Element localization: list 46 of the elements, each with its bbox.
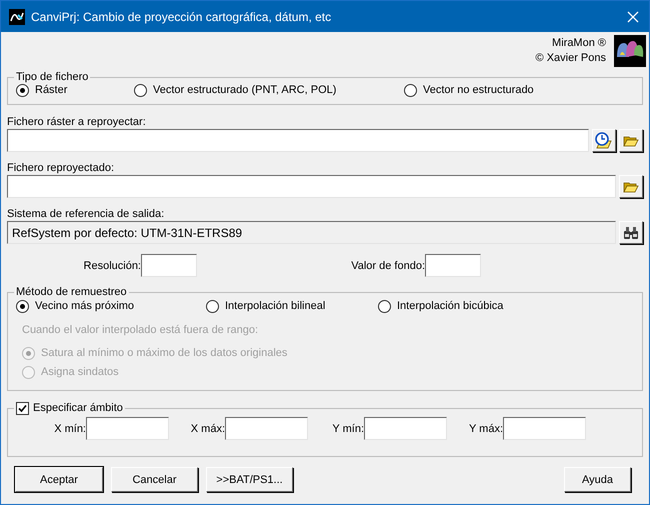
field-label: Valor de fondo: [350,258,425,272]
text-field[interactable] [425,254,481,277]
copyright-text: © Xavier Pons [536,51,606,66]
radio-option[interactable]: Interpolación bicúbica [378,299,504,313]
text-field[interactable] [225,417,308,440]
field-label: Y máx: [468,422,503,436]
field-label: X mín: [53,422,86,436]
window-title: CanviPrj: Cambio de proyección cartográfica, dátum, etc [31,10,332,24]
radio-option[interactable]: Vector no estructurado [404,83,534,97]
find-button[interactable] [619,221,643,244]
field-label: Fichero ráster a reproyectar: [7,115,147,129]
dialog-button[interactable]: Cancelar [111,467,198,492]
text-field[interactable] [7,129,589,152]
clock-folder-icon [595,132,613,149]
app-icon [9,8,25,24]
browse-button[interactable] [619,175,643,198]
group-title: Método de remuestreo [15,285,128,299]
field-label: Y mín: [331,422,364,436]
logo-icon [614,35,646,67]
dialog-button[interactable]: >>BAT/PS1... [206,467,293,492]
radio-option[interactable]: Ráster [16,83,134,97]
text-field[interactable] [7,175,616,198]
extent-checkbox[interactable]: Especificar ámbito [16,401,123,415]
field-label: Sistema de referencia de salida: [7,207,166,221]
field-label: X máx: [190,422,225,436]
radio-option[interactable]: Vector estructurado (PNT, ARC, POL) [134,83,404,97]
dialog-button[interactable]: Ayuda [564,467,631,492]
group-title: Tipo de fichero [15,70,90,84]
recent-files-button[interactable] [592,129,616,152]
dialog-button[interactable]: Aceptar [15,467,103,492]
radio-option[interactable]: Vecino más próximo [16,299,206,313]
note-text: Cuando el valor interpolado está fuera de rango: [22,323,260,337]
folder-icon [623,134,639,146]
field-label: Resolución: [82,258,141,272]
close-icon[interactable] [627,10,639,22]
text-field[interactable] [503,417,586,440]
folder-icon [623,180,639,192]
binoculars-icon [623,226,639,240]
text-field[interactable] [86,417,169,440]
field-label: Fichero reproyectado: [7,161,115,175]
radio-option[interactable]: Interpolación bilineal [206,299,378,313]
text-field[interactable] [364,417,447,440]
text-field[interactable] [141,254,197,277]
browse-button[interactable] [619,129,643,152]
text-field[interactable]: RefSystem por defecto: UTM-31N-ETRS89 [7,221,616,244]
brand-name: MiraMon ® [552,36,606,51]
